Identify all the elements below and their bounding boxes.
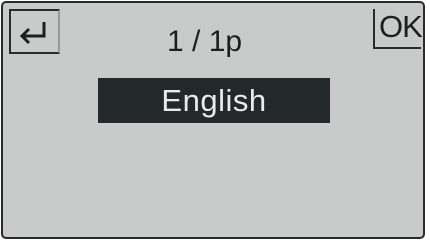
back-arrow-icon	[19, 22, 46, 45]
list-item-english[interactable]: English	[98, 78, 330, 123]
ok-button[interactable]: OK	[373, 9, 423, 49]
list-item-label: English	[161, 83, 267, 118]
back-button[interactable]	[9, 9, 60, 54]
page-indicator: 1 / 1p	[167, 25, 243, 58]
ok-label: OK	[379, 9, 423, 44]
lcd-screen: 1 / 1p OK English	[1, 1, 425, 239]
